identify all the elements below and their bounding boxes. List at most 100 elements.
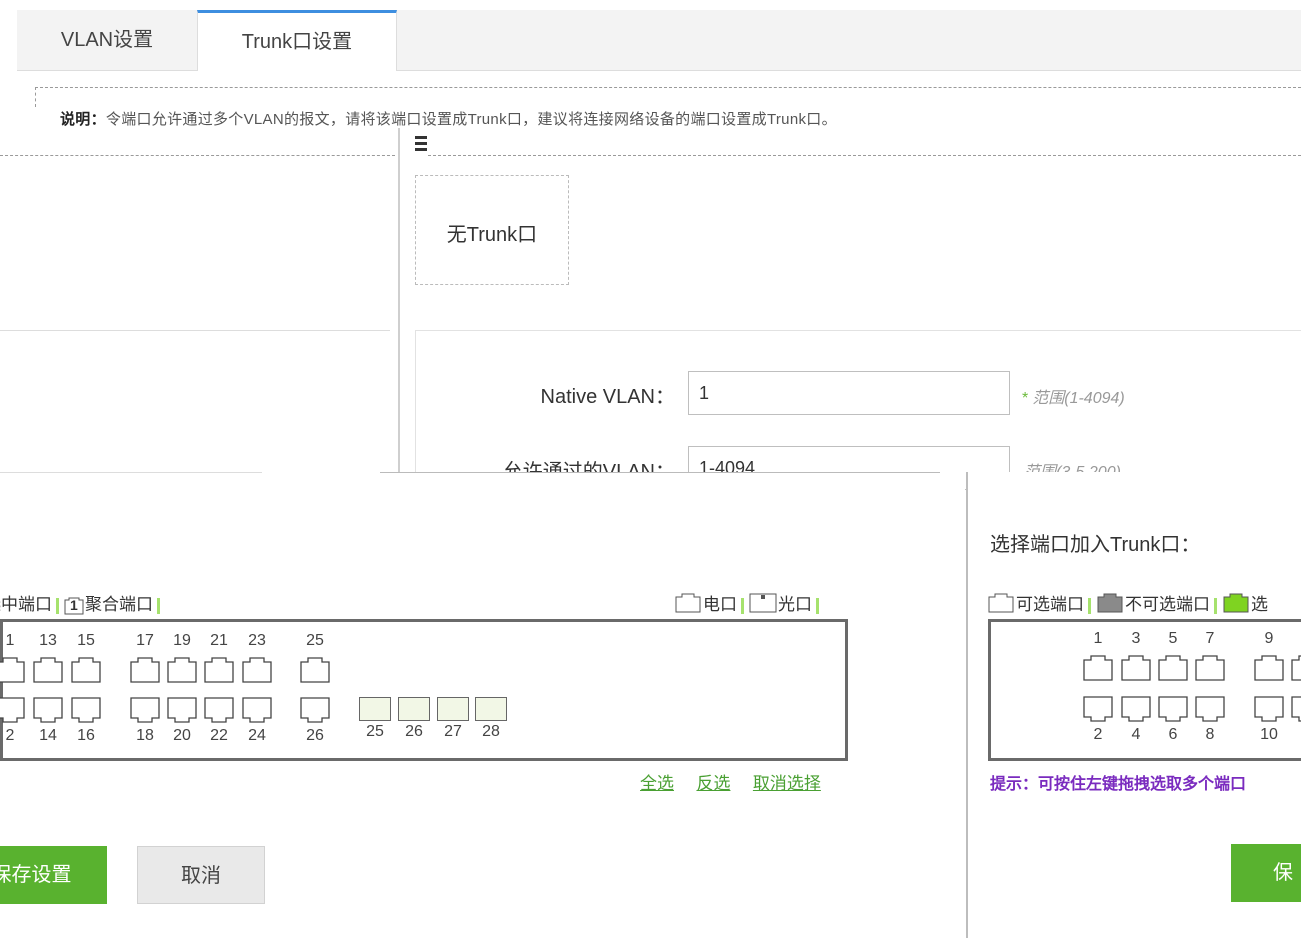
legend-aggregate-label: 聚合端口 bbox=[85, 595, 153, 614]
dialog-separator bbox=[966, 472, 968, 938]
notice-text: 说明：令端口允许通过多个VLAN的报文，请将该端口设置成Trunk口，建议将连接… bbox=[0, 108, 1301, 134]
legend-unavailable-label: 不可选端口 bbox=[1125, 595, 1210, 614]
optical-port[interactable] bbox=[475, 697, 507, 721]
port-number-top: 3 bbox=[1131, 630, 1141, 647]
right-dialog-title: 选择端口加入Trunk口： bbox=[990, 534, 1201, 556]
legend-sep-2 bbox=[157, 597, 160, 614]
left-dialog-top-right bbox=[380, 472, 940, 473]
ethernet-port[interactable] bbox=[1194, 695, 1226, 723]
port-number-top: 9 bbox=[1264, 630, 1274, 647]
port-number-bottom: 4 bbox=[1131, 726, 1141, 743]
ethernet-port[interactable] bbox=[70, 656, 102, 684]
right-legend: 可选端口 不可选端口 选 bbox=[986, 590, 1268, 619]
ethernet-port[interactable] bbox=[166, 656, 198, 684]
ethernet-port[interactable] bbox=[1157, 654, 1189, 682]
port-number-bottom: 10 bbox=[1260, 726, 1278, 743]
ethernet-port[interactable] bbox=[1194, 654, 1226, 682]
ethernet-port[interactable] bbox=[32, 696, 64, 724]
ethernet-port[interactable] bbox=[241, 656, 273, 684]
save-settings-label: 保存设置 bbox=[0, 864, 72, 886]
port-number-bottom: 6 bbox=[1168, 726, 1178, 743]
tab-trunk-settings[interactable]: Trunk口设置 bbox=[197, 10, 397, 71]
notice-prefix: 说明： bbox=[60, 111, 106, 128]
divider-left bbox=[0, 155, 395, 156]
ethernet-port[interactable] bbox=[241, 696, 273, 724]
native-vlan-hint: * 范围(1-4094) bbox=[1022, 390, 1125, 407]
legend-electric-label: 电口 bbox=[703, 595, 737, 614]
optical-port[interactable] bbox=[398, 697, 430, 721]
ethernet-port[interactable] bbox=[203, 656, 235, 684]
native-vlan-label: Native VLAN： bbox=[540, 386, 676, 408]
divider-right bbox=[428, 155, 1301, 156]
ethernet-port[interactable] bbox=[32, 656, 64, 684]
left-rule bbox=[0, 330, 390, 331]
port-number-bottom: 2 bbox=[1093, 726, 1103, 743]
ethernet-port[interactable] bbox=[203, 696, 235, 724]
left-legend: 选中端口 1 聚合端口 bbox=[0, 590, 164, 615]
port-number-bottom: 16 bbox=[77, 727, 95, 744]
cancel-select-link[interactable]: 取消选择 bbox=[753, 774, 821, 793]
ethernet-port[interactable] bbox=[129, 656, 161, 684]
optical-port[interactable] bbox=[359, 697, 391, 721]
save-settings-button[interactable]: 保存设置 bbox=[0, 846, 107, 904]
electric-port-icon bbox=[673, 592, 703, 619]
left-link-row: 全选 反选 取消选择 bbox=[640, 769, 821, 794]
left-port-grid: 1 2 13 14 15 16 17 18 19 20 21 22 23 24 25 26 25 26 27 28 bbox=[0, 619, 848, 761]
drag-select-tip: 提示：可按住左键拖拽选取多个端口 bbox=[990, 776, 1247, 793]
menu-icon bbox=[415, 134, 427, 154]
optical-port-number: 27 bbox=[444, 723, 462, 740]
ethernet-port[interactable] bbox=[299, 656, 331, 684]
port-number-top: 1 bbox=[1093, 630, 1103, 647]
ethernet-port[interactable] bbox=[0, 696, 26, 724]
legend-sep-4 bbox=[816, 597, 819, 614]
aggregate-badge: 1 bbox=[70, 596, 78, 613]
tab-vlan-settings[interactable]: VLAN设置 bbox=[17, 10, 197, 70]
selected-port-icon bbox=[1221, 592, 1251, 619]
port-number-bottom: 20 bbox=[173, 727, 191, 744]
port-number-top: 13 bbox=[39, 632, 57, 649]
port-number-top: 1 bbox=[1294, 630, 1301, 648]
legend-sep bbox=[56, 597, 59, 614]
ethernet-port[interactable] bbox=[1290, 695, 1301, 723]
trunk-list-empty-text: 无Trunk口 bbox=[446, 224, 538, 246]
port-number-bottom: 18 bbox=[136, 727, 154, 744]
ethernet-port[interactable] bbox=[299, 696, 331, 724]
select-all-link[interactable]: 全选 bbox=[640, 774, 674, 793]
optical-port-number: 28 bbox=[482, 723, 500, 740]
ethernet-port[interactable] bbox=[1253, 654, 1285, 682]
ethernet-port[interactable] bbox=[1253, 695, 1285, 723]
ethernet-port[interactable] bbox=[1290, 654, 1301, 682]
left-legend-type: 电口 光口 bbox=[673, 590, 823, 619]
ethernet-port[interactable] bbox=[129, 696, 161, 724]
legend-right-selected-label: 选 bbox=[1251, 595, 1268, 614]
port-number-top: 1 bbox=[5, 632, 15, 649]
ethernet-port[interactable] bbox=[1120, 695, 1152, 723]
optical-port-number: 26 bbox=[405, 723, 423, 740]
port-number-top: 15 bbox=[77, 632, 95, 649]
port-number-bottom: 2 bbox=[5, 727, 15, 744]
notice-left-border bbox=[35, 87, 36, 107]
right-save-button[interactable]: 保存 bbox=[1231, 844, 1301, 902]
port-number-bottom: 24 bbox=[248, 727, 266, 744]
port-number-bottom: 1 bbox=[1294, 726, 1301, 744]
ethernet-port[interactable] bbox=[70, 696, 102, 724]
ethernet-port[interactable] bbox=[1157, 695, 1189, 723]
ethernet-port[interactable] bbox=[1082, 654, 1114, 682]
panel-divider bbox=[398, 128, 400, 473]
ethernet-port[interactable] bbox=[0, 656, 26, 684]
optical-port[interactable] bbox=[437, 697, 469, 721]
left-dialog-top bbox=[0, 472, 262, 473]
invert-link[interactable]: 反选 bbox=[696, 774, 730, 793]
port-number-top: 25 bbox=[306, 632, 324, 649]
notice-body: 令端口允许通过多个VLAN的报文，请将该端口设置成Trunk口，建议将连接网络设… bbox=[105, 111, 837, 128]
native-vlan-input[interactable] bbox=[688, 371, 1010, 415]
cancel-button[interactable]: 取消 bbox=[137, 846, 265, 904]
ethernet-port[interactable] bbox=[1082, 695, 1114, 723]
legend-available-label: 可选端口 bbox=[1016, 595, 1084, 614]
unavailable-port-icon bbox=[1095, 592, 1125, 619]
ethernet-port[interactable] bbox=[166, 696, 198, 724]
notice-top-border bbox=[35, 87, 1301, 88]
legend-sep-5 bbox=[1088, 597, 1091, 614]
ethernet-port[interactable] bbox=[1120, 654, 1152, 682]
right-port-grid: 1234567891011 bbox=[988, 619, 1301, 761]
